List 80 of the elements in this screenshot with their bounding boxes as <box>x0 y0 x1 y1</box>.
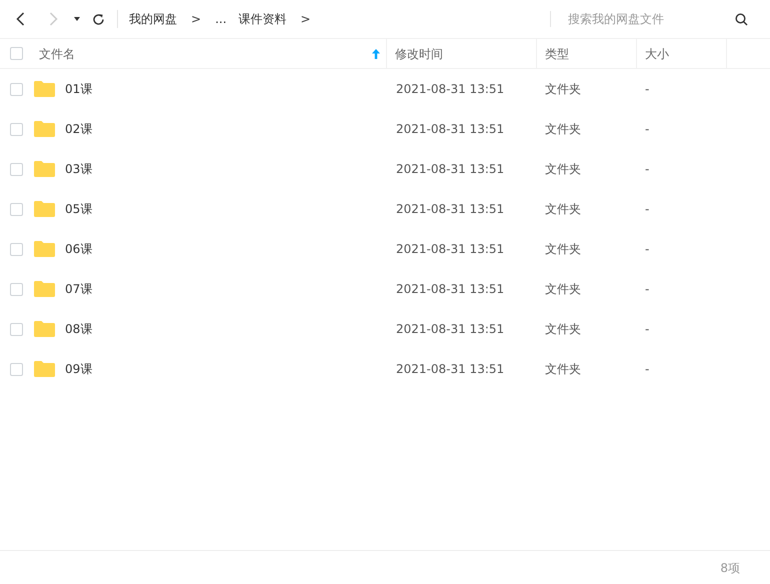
modified-time: 2021-08-31 13:51 <box>395 81 506 98</box>
checkbox[interactable] <box>10 47 23 60</box>
file-type: 文件夹 <box>544 361 582 378</box>
caret-icon <box>74 17 80 21</box>
file-size: - <box>644 201 650 218</box>
file-size: - <box>644 161 650 178</box>
file-name: 07课 <box>65 281 92 298</box>
checkbox[interactable] <box>10 362 23 376</box>
file-row[interactable]: 03课 2021-08-31 13:51 文件夹 - <box>0 149 770 189</box>
refresh-button[interactable] <box>91 12 105 26</box>
file-name: 08课 <box>65 321 92 338</box>
back-icon <box>16 12 24 26</box>
search-icon <box>734 12 748 26</box>
modified-time: 2021-08-31 13:51 <box>395 321 506 338</box>
modified-time: 2021-08-31 13:51 <box>395 161 506 178</box>
file-name: 05课 <box>65 201 92 218</box>
file-size: - <box>644 361 650 378</box>
modified-time: 2021-08-31 13:51 <box>395 121 506 138</box>
file-type: 文件夹 <box>544 81 582 98</box>
item-count: 8项 <box>720 560 740 576</box>
breadcrumb-separator: > <box>300 11 312 28</box>
folder-icon <box>34 281 55 297</box>
folder-icon <box>34 361 55 377</box>
checkbox[interactable] <box>10 202 23 216</box>
modified-time: 2021-08-31 13:51 <box>395 201 506 218</box>
breadcrumb-link[interactable]: 课件资料 <box>238 10 287 28</box>
folder-icon <box>34 161 55 177</box>
file-row[interactable]: 06课 2021-08-31 13:51 文件夹 - <box>0 229 770 269</box>
file-name: 09课 <box>65 361 92 378</box>
file-type: 文件夹 <box>544 281 582 298</box>
search-button[interactable] <box>734 12 748 26</box>
file-size: - <box>644 241 650 258</box>
column-header[interactable]: 文件名 <box>0 39 387 68</box>
file-type: 文件夹 <box>544 201 582 218</box>
file-size: - <box>644 121 650 138</box>
breadcrumb-separator: > <box>190 11 202 28</box>
search-field[interactable]: 搜索我的网盘文件 <box>568 10 728 28</box>
file-name: 02课 <box>65 121 92 138</box>
file-size: - <box>644 81 650 98</box>
checkbox[interactable] <box>10 122 23 136</box>
breadcrumb-link[interactable]: 我的网盘 <box>129 10 177 28</box>
checkbox[interactable] <box>10 242 23 256</box>
folder-icon <box>34 201 55 217</box>
file-row[interactable]: 08课 2021-08-31 13:51 文件夹 - <box>0 309 770 349</box>
checkbox[interactable] <box>10 322 23 336</box>
file-type: 文件夹 <box>544 121 582 138</box>
file-row[interactable]: 07课 2021-08-31 13:51 文件夹 - <box>0 269 770 309</box>
folder-icon <box>34 81 55 97</box>
file-size: - <box>644 281 650 298</box>
file-row[interactable]: 01课 2021-08-31 13:51 文件夹 - <box>0 69 770 109</box>
folder-icon <box>34 241 55 257</box>
file-type: 文件夹 <box>544 241 582 258</box>
checkbox[interactable] <box>10 282 23 296</box>
file-name: 03课 <box>65 161 92 178</box>
file-name: 06课 <box>65 241 92 258</box>
folder-icon <box>34 121 55 137</box>
file-type: 文件夹 <box>544 321 582 338</box>
refresh-icon <box>92 12 104 26</box>
column-label: 大小 <box>645 46 669 62</box>
modified-time: 2021-08-31 13:51 <box>395 241 506 258</box>
file-type: 文件夹 <box>544 161 582 178</box>
modified-time: 2021-08-31 13:51 <box>395 281 506 298</box>
forward-icon <box>48 12 58 26</box>
history-dropdown[interactable] <box>73 15 81 23</box>
file-name: 01课 <box>65 81 92 98</box>
column-label: 类型 <box>545 46 569 62</box>
column-header[interactable]: 类型 <box>537 39 637 68</box>
folder-icon <box>34 321 55 337</box>
column-header[interactable]: 修改时间 <box>387 39 537 68</box>
file-row[interactable]: 09课 2021-08-31 13:51 文件夹 - <box>0 349 770 389</box>
file-size: - <box>644 321 650 338</box>
checkbox[interactable] <box>10 162 23 176</box>
column-label: 文件名 <box>39 46 75 62</box>
modified-time: 2021-08-31 13:51 <box>395 361 506 378</box>
file-row[interactable]: 02课 2021-08-31 13:51 文件夹 - <box>0 109 770 149</box>
breadcrumb-link[interactable]: ... <box>215 10 227 28</box>
column-label: 修改时间 <box>395 46 443 62</box>
checkbox[interactable] <box>10 82 23 96</box>
file-row[interactable]: 05课 2021-08-31 13:51 文件夹 - <box>0 189 770 229</box>
column-header[interactable]: 大小 <box>637 39 727 68</box>
